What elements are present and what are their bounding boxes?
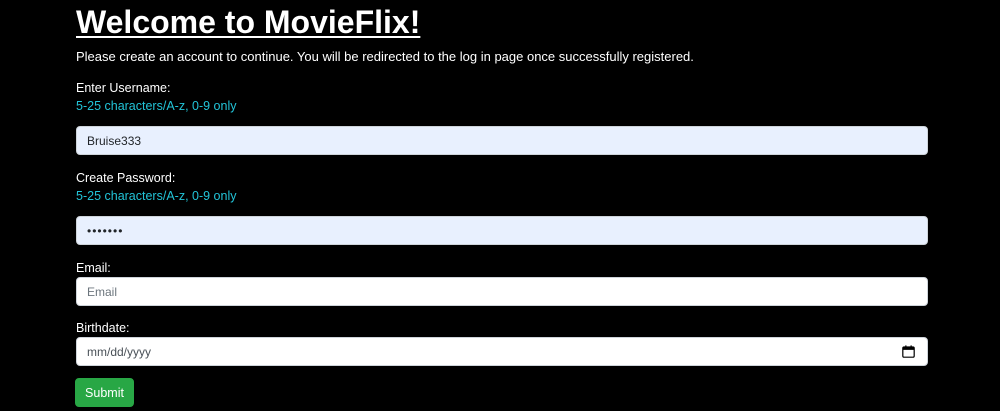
birthdate-placeholder: mm/dd/yyyy	[87, 344, 152, 359]
email-label: Email:	[76, 261, 111, 275]
email-placeholder: Email	[87, 284, 118, 299]
calendar-icon[interactable]	[902, 345, 915, 358]
email-field[interactable]: Email	[76, 277, 928, 306]
username-value: Bruise333	[87, 133, 142, 148]
birthdate-label: Birthdate:	[76, 321, 130, 335]
password-hint: 5-25 characters/A-z, 0-9 only	[76, 189, 237, 203]
birthdate-field[interactable]: mm/dd/yyyy	[76, 337, 928, 366]
password-input[interactable]: •••••••	[76, 216, 928, 245]
page-title: Welcome to MovieFlix!	[76, 4, 421, 40]
password-masked-value: •••••••	[87, 223, 124, 238]
username-hint: 5-25 characters/A-z, 0-9 only	[76, 99, 237, 113]
page-subtitle: Please create an account to continue. Yo…	[76, 49, 694, 64]
username-label: Enter Username:	[76, 81, 171, 95]
submit-button[interactable]: Submit	[75, 378, 134, 407]
signup-page: Welcome to MovieFlix! Please create an a…	[0, 0, 1000, 411]
username-input[interactable]: Bruise333	[76, 126, 928, 155]
password-label: Create Password:	[76, 171, 176, 185]
